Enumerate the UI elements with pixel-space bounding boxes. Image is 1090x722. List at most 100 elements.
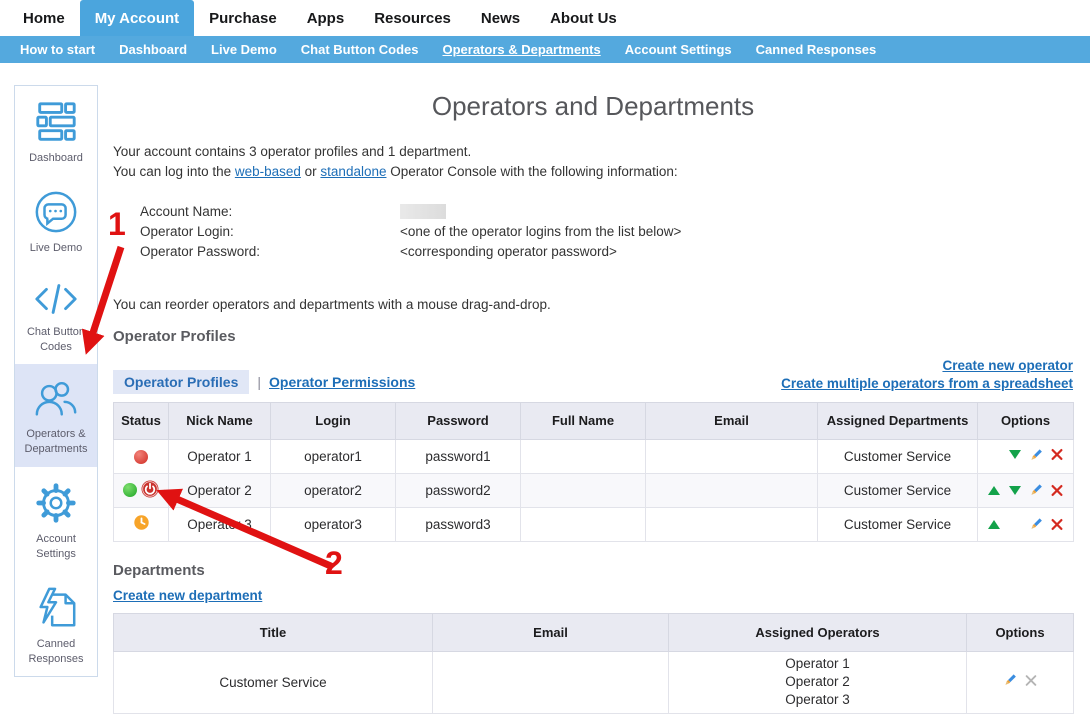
sidebar-label: Canned Responses <box>18 637 94 667</box>
full-name-cell <box>521 439 646 473</box>
create-new-operator-link[interactable]: Create new operator <box>781 357 1073 375</box>
subnav-account-settings[interactable]: Account Settings <box>613 42 744 57</box>
intro-line-2: You can log into the web-based or standa… <box>113 162 1073 182</box>
password-cell: password2 <box>396 473 521 507</box>
web-based-link[interactable]: web-based <box>235 164 301 179</box>
sidebar-item-chat-button-codes[interactable]: Chat Button Codes <box>15 266 97 365</box>
create-new-department-link[interactable]: Create new department <box>113 588 262 603</box>
col-login: Login <box>271 402 396 439</box>
operator-login-label: Operator Login: <box>140 224 400 239</box>
sidebar-label: Operators & Departments <box>18 427 94 457</box>
col-nick-name: Nick Name <box>169 402 271 439</box>
intro-or: or <box>301 164 321 179</box>
intro-line2-pre: You can log into the <box>113 164 235 179</box>
departments-heading: Departments <box>113 562 1073 579</box>
sidebar-label: Live Demo <box>30 241 83 256</box>
delete-icon[interactable] <box>1050 517 1064 531</box>
sidebar-label: Account Settings <box>18 532 94 562</box>
nick-name-cell: Operator 1 <box>169 439 271 473</box>
operator-row-2: Operator 2 operator2 password2 Customer … <box>114 473 1074 507</box>
topnav-about-us[interactable]: About Us <box>535 0 632 36</box>
password-cell: password3 <box>396 507 521 541</box>
main-content: Operators and Departments Your account c… <box>113 85 1073 714</box>
departments-cell: Customer Service <box>818 507 978 541</box>
full-name-cell <box>521 507 646 541</box>
col-password: Password <box>396 402 521 439</box>
top-navigation: Home My Account Purchase Apps Resources … <box>0 0 1090 36</box>
topnav-home[interactable]: Home <box>8 0 80 36</box>
move-down-icon[interactable] <box>1009 450 1021 459</box>
operator-row-1: Operator 1 operator1 password1 Customer … <box>114 439 1074 473</box>
move-up-icon[interactable] <box>988 486 1000 495</box>
edit-icon[interactable] <box>1029 517 1043 531</box>
departments-cell: Customer Service <box>818 473 978 507</box>
status-online-icon <box>123 483 137 497</box>
move-up-icon[interactable] <box>988 520 1000 529</box>
delete-disabled-icon <box>1024 673 1038 687</box>
assigned-operator: Operator 1 <box>669 655 966 673</box>
move-down-icon[interactable] <box>1009 486 1021 495</box>
login-cell: operator3 <box>271 507 396 541</box>
table-header-row: Title Email Assigned Operators Options <box>114 613 1074 651</box>
subnav-live-demo[interactable]: Live Demo <box>199 42 289 57</box>
col-assigned-operators: Assigned Operators <box>669 613 967 651</box>
edit-icon[interactable] <box>1003 673 1017 687</box>
subnav-dashboard[interactable]: Dashboard <box>107 42 199 57</box>
tab-operator-profiles[interactable]: Operator Profiles <box>113 370 249 394</box>
account-name-redacted-value <box>400 204 446 219</box>
status-offline-icon <box>134 450 148 464</box>
nick-name-cell: Operator 3 <box>169 507 271 541</box>
tab-operator-permissions[interactable]: Operator Permissions <box>269 374 415 390</box>
department-row-1: Customer Service Operator 1 Operator 2 O… <box>114 651 1074 713</box>
password-cell: password1 <box>396 439 521 473</box>
delete-icon[interactable] <box>1050 448 1064 462</box>
power-off-icon[interactable] <box>141 486 159 501</box>
operator-profiles-table: Status Nick Name Login Password Full Nam… <box>113 402 1074 542</box>
page-title: Operators and Departments <box>113 91 1073 122</box>
topnav-news[interactable]: News <box>466 0 535 36</box>
sidebar-item-live-demo[interactable]: Live Demo <box>15 176 97 266</box>
create-multiple-operators-link[interactable]: Create multiple operators from a spreads… <box>781 375 1073 393</box>
operator-login-value: <one of the operator logins from the lis… <box>400 224 681 239</box>
intro-line-1: Your account contains 3 operator profile… <box>113 142 1073 162</box>
sidebar-item-canned-responses[interactable]: Canned Responses <box>15 572 97 677</box>
sidebar: Dashboard Live Demo <box>14 85 98 677</box>
departments-cell: Customer Service <box>818 439 978 473</box>
operator-password-value: <corresponding operator password> <box>400 244 617 259</box>
tabs-row: Operator Profiles | Operator Permissions… <box>113 357 1073 393</box>
assigned-operators-cell: Operator 1 Operator 2 Operator 3 <box>669 651 967 713</box>
topnav-apps[interactable]: Apps <box>292 0 360 36</box>
delete-icon[interactable] <box>1050 483 1064 497</box>
subnav-how-to-start[interactable]: How to start <box>8 42 107 57</box>
topnav-resources[interactable]: Resources <box>359 0 466 36</box>
sidebar-label: Dashboard <box>29 151 83 166</box>
subnav-canned-responses[interactable]: Canned Responses <box>744 42 889 57</box>
page: Home My Account Purchase Apps Resources … <box>0 0 1090 722</box>
intro-text: Your account contains 3 operator profile… <box>113 142 1073 181</box>
col-email: Email <box>433 613 669 651</box>
edit-icon[interactable] <box>1029 483 1043 497</box>
credentials-block: Account Name: Operator Login: <one of th… <box>140 201 1073 261</box>
sidebar-item-account-settings[interactable]: Account Settings <box>15 467 97 572</box>
sidebar-item-operators-departments[interactable]: Operators & Departments <box>15 364 97 467</box>
col-full-name: Full Name <box>521 402 646 439</box>
code-icon <box>33 279 79 319</box>
assigned-operator: Operator 2 <box>669 673 966 691</box>
topnav-purchase[interactable]: Purchase <box>194 0 292 36</box>
subnav-operators-departments[interactable]: Operators & Departments <box>431 42 613 57</box>
standalone-link[interactable]: standalone <box>320 164 386 179</box>
col-email: Email <box>646 402 818 439</box>
login-cell: operator2 <box>271 473 396 507</box>
sub-navigation: How to start Dashboard Live Demo Chat Bu… <box>0 36 1090 63</box>
col-assigned-departments: Assigned Departments <box>818 402 978 439</box>
sidebar-item-dashboard[interactable]: Dashboard <box>15 86 97 176</box>
people-icon <box>33 377 79 421</box>
operator-profiles-heading: Operator Profiles <box>113 328 1073 345</box>
subnav-chat-button-codes[interactable]: Chat Button Codes <box>289 42 431 57</box>
department-title-cell: Customer Service <box>114 651 433 713</box>
topnav-my-account[interactable]: My Account <box>80 0 194 36</box>
gear-icon <box>33 480 79 526</box>
account-name-label: Account Name: <box>140 204 400 219</box>
dashboard-icon <box>33 99 79 145</box>
edit-icon[interactable] <box>1029 448 1043 462</box>
